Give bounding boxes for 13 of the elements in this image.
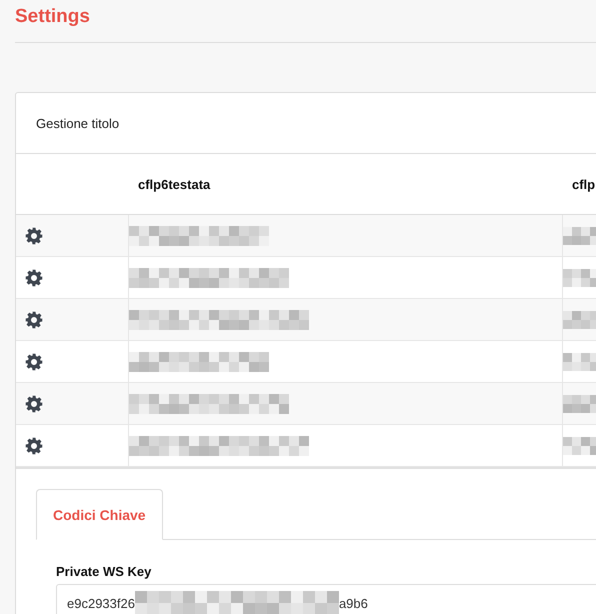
gear-icon[interactable]	[25, 268, 43, 286]
gear-icon[interactable]	[25, 394, 43, 412]
gear-icon[interactable]	[25, 436, 43, 454]
key-input-field[interactable]: e9c2933f26 a9b6	[56, 584, 596, 614]
gear-icon[interactable]	[25, 226, 43, 244]
card-title: Gestione titolo	[36, 116, 120, 130]
gear-icon[interactable]	[25, 310, 43, 328]
field-label: Private WS Key	[56, 564, 152, 579]
tab[interactable]: Codici Chiave	[36, 489, 163, 540]
column-header: cflp6testata	[137, 176, 212, 192]
gear-icon[interactable]	[25, 352, 43, 370]
page-title: Settings	[15, 5, 91, 29]
column-header: cflp	[571, 176, 596, 192]
